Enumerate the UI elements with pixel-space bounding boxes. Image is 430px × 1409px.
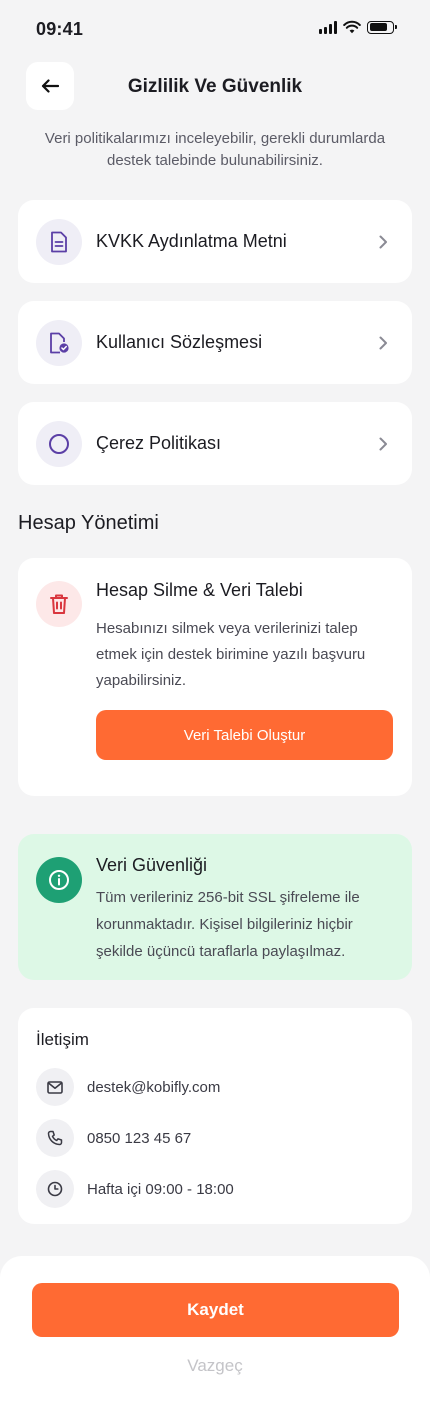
trash-icon <box>36 581 82 627</box>
header: Gizlilik Ve Güvenlik <box>0 62 430 114</box>
delete-title: Hesap Silme & Veri Talebi <box>96 580 303 600</box>
data-security-card: Veri Güvenliği Tüm verileriniz 256-bit S… <box>18 834 412 980</box>
wifi-icon <box>343 20 361 34</box>
save-button[interactable]: Kaydet <box>32 1283 399 1337</box>
contact-email: destek@kobifly.com <box>87 1078 221 1096</box>
contact-hours: Hafta içi 09:00 - 18:00 <box>87 1180 234 1198</box>
contact-card: İletişim destek@kobifly.com 0850 123 45 … <box>18 1008 412 1224</box>
menu-item-user-agreement[interactable]: Kullanıcı Sözleşmesi <box>18 301 412 384</box>
contact-hours-row: Hafta içi 09:00 - 18:00 <box>36 1170 234 1208</box>
page-subtitle: Veri politikalarımızı inceleyebilir, ger… <box>44 130 386 169</box>
page-title: Gizlilik Ve Güvenlik <box>127 76 303 97</box>
chevron-right-icon <box>379 235 387 248</box>
create-data-request-button[interactable]: Veri Talebi Oluştur <box>96 710 393 760</box>
delete-description: Hesabınızı silmek veya verilerinizi tale… <box>96 620 366 689</box>
security-title: Veri Güvenliği <box>96 855 208 875</box>
mail-icon <box>36 1068 74 1106</box>
signal-icon <box>319 20 337 34</box>
menu-item-label: Kullanıcı Sözleşmesi <box>96 332 263 352</box>
status-bar: 09:41 <box>0 0 430 60</box>
menu-item-label: Çerez Politikası <box>96 433 222 453</box>
status-icons <box>319 20 397 34</box>
info-icon <box>36 857 82 903</box>
circle-icon <box>36 420 82 467</box>
cancel-button[interactable]: Vazgeç <box>0 1356 430 1376</box>
contact-email-row[interactable]: destek@kobifly.com <box>36 1068 220 1106</box>
account-delete-card: Hesap Silme & Veri Talebi Hesabınızı sil… <box>18 558 412 796</box>
document-check-icon <box>36 319 82 366</box>
chevron-right-icon <box>379 437 387 450</box>
chevron-right-icon <box>379 336 387 349</box>
contact-phone-row[interactable]: 0850 123 45 67 <box>36 1119 191 1157</box>
menu-item-cookie-policy[interactable]: Çerez Politikası <box>18 402 412 485</box>
contact-title: İletişim <box>36 1030 89 1049</box>
document-icon <box>36 218 82 265</box>
contact-phone: 0850 123 45 67 <box>87 1129 192 1147</box>
phone-icon <box>36 1119 74 1157</box>
bottom-action-sheet: Kaydet Vazgeç <box>0 1256 430 1409</box>
security-description: Tüm verileriniz 256-bit SSL şifreleme il… <box>96 889 360 960</box>
clock-icon <box>36 1170 74 1208</box>
section-title-account: Hesap Yönetimi <box>18 512 159 534</box>
menu-item-label: KVKK Aydınlatma Metni <box>96 231 287 251</box>
menu-item-kvkk[interactable]: KVKK Aydınlatma Metni <box>18 200 412 283</box>
status-time: 09:41 <box>36 19 84 39</box>
battery-icon <box>367 20 397 34</box>
